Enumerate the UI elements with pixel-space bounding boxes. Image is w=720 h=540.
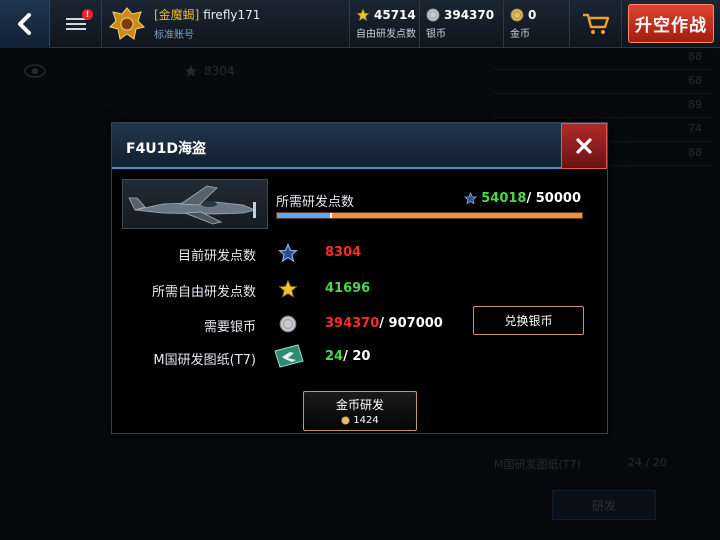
aircraft-image (128, 185, 257, 225)
player-nickname: firefly171 (203, 8, 261, 22)
silver-current: 394370 (325, 316, 380, 331)
blueprint-total: / 20 (343, 349, 371, 364)
current-points-label: 目前研发点数 (177, 249, 256, 264)
free-points-needed-label: 所需自由研发点数 (151, 285, 256, 300)
gold-research-label: 金币研发 (335, 398, 384, 412)
top-bar: ! [金魔蝎] firefly171 标准账号 45714 自由研发点数 394… (0, 0, 720, 48)
blueprint-icon (272, 344, 306, 368)
gold-balance[interactable]: 0 金币 (504, 0, 570, 47)
blue-star-icon (464, 192, 478, 205)
exchange-silver-button[interactable]: 兑换银币 (473, 306, 584, 335)
player-profile[interactable]: [金魔蝎] firefly171 标准账号 (102, 0, 350, 47)
aircraft-thumbnail (122, 179, 268, 229)
silver-balance[interactable]: 394370 银币 (420, 0, 504, 47)
required-total: / 50000 (526, 191, 581, 206)
required-points-value: 54018 / 50000 (464, 191, 581, 206)
silver-coin-icon (276, 312, 300, 336)
gold-value: 0 (528, 7, 537, 22)
guild-tag: [金魔蝎] (154, 8, 200, 22)
blue-star-icon (276, 241, 300, 265)
close-button[interactable] (561, 123, 607, 169)
gold-coin-icon (341, 416, 350, 425)
close-icon (576, 138, 592, 154)
blueprint-label: M国研发图纸(T7) (153, 353, 256, 368)
free-points-value: 45714 (374, 7, 416, 22)
account-type: 标准账号 (154, 30, 194, 41)
research-dialog: F4U1D海盗 所需研发点数 54018 / 50000 目前研发点数 8304… (111, 122, 608, 434)
chevron-left-icon (17, 13, 31, 35)
current-points-value: 8304 (325, 245, 362, 260)
free-research-points[interactable]: 45714 自由研发点数 (350, 0, 420, 47)
silver-value: 394370 (444, 7, 495, 22)
battle-button[interactable]: 升空作战 (628, 4, 714, 43)
menu-icon (65, 18, 86, 30)
gold-cost-value: 1424 (353, 415, 379, 426)
menu-button[interactable]: ! (50, 0, 102, 48)
gold-research-cost: 1424 (341, 415, 379, 426)
gold-research-button[interactable]: 金币研发 1424 (303, 391, 417, 431)
blueprint-value: 24/ 20 (325, 349, 370, 364)
gold-star-icon (276, 277, 300, 301)
research-progress-fill (277, 213, 332, 218)
dialog-header: F4U1D海盗 (112, 123, 607, 169)
notification-badge: ! (82, 9, 93, 20)
silver-needed-value: 394370/ 907000 (325, 316, 443, 331)
gold-coin-icon (510, 8, 524, 21)
silver-label: 银币 (426, 28, 446, 40)
gold-label: 金币 (510, 28, 530, 40)
back-button[interactable] (0, 0, 50, 48)
rank-emblem-icon (109, 6, 145, 40)
blueprint-current: 24 (325, 349, 344, 364)
shop-button[interactable] (570, 0, 622, 47)
shopping-cart-icon (582, 13, 609, 34)
silver-total: / 907000 (379, 316, 443, 331)
required-current: 54018 (481, 191, 527, 206)
silver-coin-icon (426, 8, 440, 21)
gold-star-icon (356, 7, 370, 21)
research-progress-bar (276, 212, 583, 219)
free-points-label: 自由研发点数 (356, 28, 416, 40)
dialog-title: F4U1D海盗 (126, 141, 207, 157)
free-points-needed-value: 41696 (325, 281, 371, 296)
required-points-label: 所需研发点数 (276, 195, 355, 210)
silver-needed-label: 需要银币 (203, 320, 256, 335)
